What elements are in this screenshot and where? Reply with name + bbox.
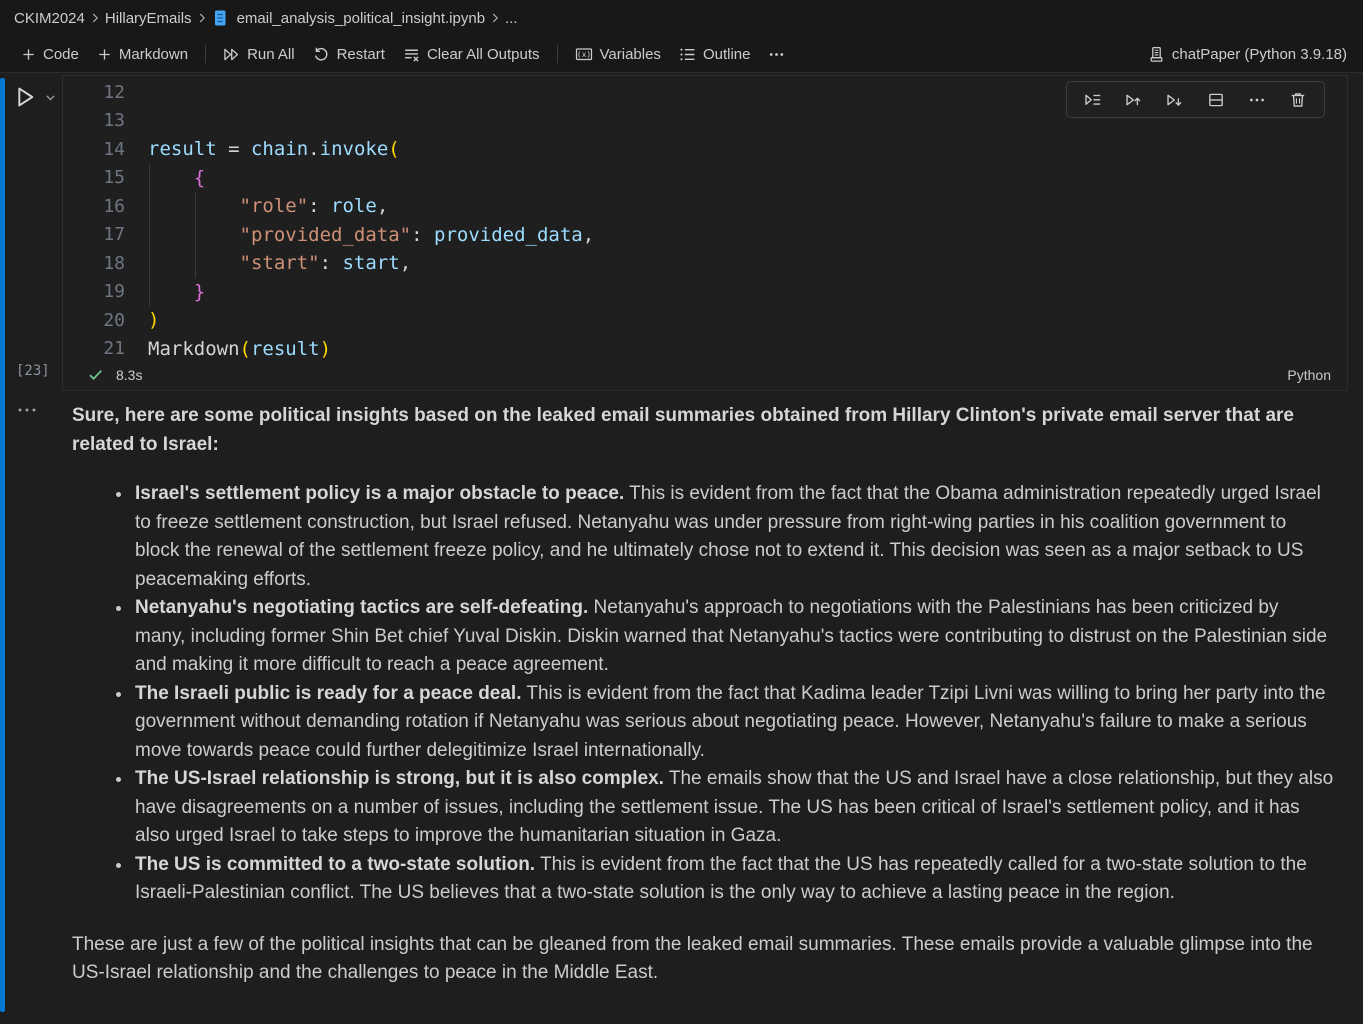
play-icon [12, 84, 38, 110]
list-item: Israel's settlement policy is a major ob… [133, 480, 1334, 594]
add-code-label: Code [43, 46, 79, 63]
execute-above-cells-icon[interactable] [1118, 87, 1150, 113]
success-check-icon [87, 366, 104, 383]
line-number: 19 [63, 281, 125, 302]
chevron-down-icon[interactable] [44, 91, 57, 104]
notebook-toolbar: Code Markdown Run All Restart Clear All … [0, 36, 1363, 73]
plus-icon [21, 47, 36, 62]
run-all-icon [223, 46, 240, 63]
execution-duration: 8.3s [116, 367, 142, 383]
cell-status-bar: 8.3s Python [63, 359, 1347, 390]
notebook-file-icon [212, 9, 228, 27]
kernel-icon [1148, 46, 1165, 63]
outline-label: Outline [703, 46, 751, 63]
code-text: } [148, 281, 205, 303]
code-line[interactable]: 15 { [63, 164, 1347, 193]
code-text: result = chain.invoke( [148, 138, 400, 160]
cell-language[interactable]: Python [1287, 367, 1331, 383]
code-text: Markdown(result) [148, 338, 331, 360]
outline-list-icon [679, 46, 696, 63]
code-line[interactable]: 14 result = chain.invoke( [63, 135, 1347, 164]
code-line[interactable]: 20) [63, 306, 1347, 335]
split-cell-icon[interactable] [1200, 87, 1232, 113]
more-cell-actions-icon[interactable] [1241, 87, 1273, 113]
breadcrumb-label: CKIM2024 [14, 10, 85, 27]
code-line[interactable]: 19 } [63, 278, 1347, 307]
toolbar-divider [557, 45, 558, 63]
chevron-right-icon [488, 11, 502, 25]
breadcrumb-label: email_analysis_political_insight.ipynb [237, 10, 485, 27]
line-number: 17 [63, 224, 125, 245]
svg-text:(x): (x) [576, 50, 590, 59]
add-code-cell-button[interactable]: Code [12, 41, 88, 68]
code-text: "start": start, [148, 252, 411, 274]
list-item: The Israeli public is ready for a peace … [133, 680, 1334, 766]
line-number: 21 [63, 338, 125, 359]
list-item: The US is committed to a two-state solut… [133, 851, 1334, 908]
line-number: 15 [63, 167, 125, 188]
code-text: { [148, 167, 205, 189]
breadcrumb-item-more[interactable]: ... [505, 10, 518, 27]
clear-outputs-icon [403, 46, 420, 63]
line-number: 18 [63, 253, 125, 274]
kernel-label: chatPaper (Python 3.9.18) [1172, 46, 1347, 63]
code-text: ) [148, 309, 159, 331]
code-editor[interactable]: 121314result = chain.invoke(15 {16 "role… [63, 78, 1347, 363]
breadcrumb-item-subfolder[interactable]: HillaryEmails [105, 10, 192, 27]
cell-output-markdown: Sure, here are some political insights b… [72, 402, 1334, 988]
clear-outputs-label: Clear All Outputs [427, 46, 540, 63]
line-number: 12 [63, 82, 125, 103]
line-number: 16 [63, 196, 125, 217]
clear-all-outputs-button[interactable]: Clear All Outputs [394, 41, 549, 68]
variables-label: Variables [600, 46, 661, 63]
code-text: "role": role, [148, 195, 388, 217]
breadcrumb: CKIM2024 HillaryEmails email_analysis_po… [0, 0, 1363, 36]
code-line[interactable]: 18 "start": start, [63, 249, 1347, 278]
add-markdown-cell-button[interactable]: Markdown [88, 41, 197, 68]
output-intro-paragraph: Sure, here are some political insights b… [72, 402, 1334, 459]
restart-button[interactable]: Restart [304, 41, 394, 68]
execute-cell-and-below-icon[interactable] [1159, 87, 1191, 113]
chevron-right-icon [195, 11, 209, 25]
breadcrumb-label: HillaryEmails [105, 10, 192, 27]
variables-icon: (x) [575, 45, 593, 63]
breadcrumb-item-folder[interactable]: CKIM2024 [14, 10, 85, 27]
line-number: 14 [63, 139, 125, 160]
variables-button[interactable]: (x) Variables [566, 40, 670, 68]
restart-label: Restart [337, 46, 385, 63]
collapse-output-icon[interactable] [16, 404, 38, 416]
more-toolbar-actions-button[interactable] [759, 41, 794, 68]
code-line[interactable]: 16 "role": role, [63, 192, 1347, 221]
kernel-picker-button[interactable]: chatPaper (Python 3.9.18) [1139, 41, 1351, 68]
run-all-label: Run All [247, 46, 295, 63]
run-by-line-icon[interactable] [1077, 87, 1109, 113]
focused-cell-indicator [0, 78, 5, 1012]
list-item: Netanyahu's negotiating tactics are self… [133, 594, 1334, 680]
delete-cell-icon[interactable] [1282, 87, 1314, 113]
add-markdown-label: Markdown [119, 46, 188, 63]
breadcrumb-label: ... [505, 10, 518, 27]
code-line[interactable]: 17 "provided_data": provided_data, [63, 221, 1347, 250]
code-cell[interactable]: 121314result = chain.invoke(15 {16 "role… [62, 75, 1348, 391]
restart-icon [313, 46, 330, 63]
plus-icon [97, 47, 112, 62]
execution-count: [23] [16, 363, 50, 379]
line-number: 13 [63, 110, 125, 131]
output-bullet-list: Israel's settlement policy is a major ob… [72, 480, 1334, 908]
outline-button[interactable]: Outline [670, 41, 760, 68]
more-actions-icon [768, 46, 785, 63]
toolbar-divider [205, 45, 206, 63]
run-cell-button[interactable] [12, 84, 57, 110]
code-text: "provided_data": provided_data, [148, 224, 594, 246]
run-all-button[interactable]: Run All [214, 41, 304, 68]
list-item: The US-Israel relationship is strong, bu… [133, 765, 1334, 851]
line-number: 20 [63, 310, 125, 331]
output-closing-paragraph: These are just a few of the political in… [72, 931, 1334, 988]
breadcrumb-item-notebook[interactable]: email_analysis_political_insight.ipynb [212, 9, 485, 27]
cell-toolbar [1066, 81, 1325, 118]
chevron-right-icon [88, 11, 102, 25]
